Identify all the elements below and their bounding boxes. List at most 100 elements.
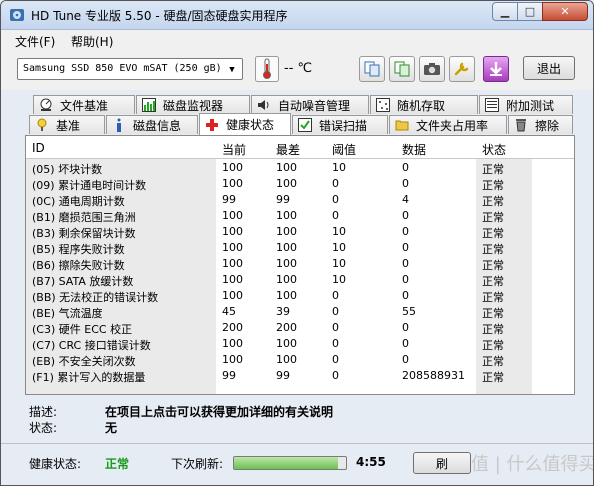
- cell-status: 正常: [482, 323, 504, 336]
- folder-icon: [394, 117, 410, 133]
- cell-status: 正常: [482, 211, 504, 224]
- cell-worst: 100: [276, 289, 297, 302]
- save-button[interactable]: [483, 56, 509, 82]
- cell-current: 100: [222, 289, 243, 302]
- table-row[interactable]: (C7) CRC 接口错误计数 100 100 0 0 正常: [26, 336, 574, 352]
- table-row[interactable]: (0C) 通电周期计数 99 99 0 4 正常: [26, 192, 574, 208]
- cell-threshold: 0: [332, 193, 339, 206]
- table-row[interactable]: (F1) 累计写入的数据量 99 99 0 208588931 正常: [26, 368, 574, 384]
- tab-label: 磁盘信息: [133, 118, 182, 133]
- cell-data: 55: [402, 305, 416, 318]
- table-row[interactable]: (B5) 程序失败计数 100 100 10 0 正常: [26, 240, 574, 256]
- drive-select[interactable]: Samsung SSD 850 EVO mSAT (250 gB) ▼: [17, 58, 243, 80]
- refresh-countdown: 4:55: [356, 455, 386, 469]
- title-bar[interactable]: HD Tune 专业版 5.50 - 硬盘/固态硬盘实用程序 ▁ □ ✕: [1, 1, 593, 30]
- table-row[interactable]: (B3) 剩余保留块计数 100 100 10 0 正常: [26, 224, 574, 240]
- cell-worst: 100: [276, 209, 297, 222]
- cell-threshold: 10: [332, 241, 346, 254]
- refresh-button[interactable]: 刷: [413, 452, 471, 474]
- col-header-status[interactable]: 状态: [482, 141, 506, 158]
- wrench-icon: [454, 62, 469, 76]
- table-row[interactable]: (C3) 硬件 ECC 校正 200 200 0 0 正常: [26, 320, 574, 336]
- tab-disk-info[interactable]: 磁盘信息: [106, 115, 198, 134]
- cell-data: 208588931: [402, 369, 465, 382]
- tab-file-benchmark[interactable]: 文件基准: [33, 95, 135, 114]
- options-button[interactable]: [449, 56, 475, 82]
- tab-random-access[interactable]: 随机存取: [370, 95, 478, 114]
- cell-current: 100: [222, 209, 243, 222]
- cell-threshold: 0: [332, 337, 339, 350]
- table-row[interactable]: (B1) 磨损范围三角洲 100 100 0 0 正常: [26, 208, 574, 224]
- table-row[interactable]: (BE) 气流温度 45 39 0 55 正常: [26, 304, 574, 320]
- cell-worst: 100: [276, 177, 297, 190]
- maximize-icon: □: [524, 5, 536, 18]
- disk-monitor-icon: [141, 97, 157, 113]
- cell-data: 0: [402, 225, 409, 238]
- cell-current: 45: [222, 305, 236, 318]
- col-header-threshold[interactable]: 阈值: [332, 141, 356, 158]
- maximize-button[interactable]: □: [517, 2, 543, 21]
- cell-data: 0: [402, 257, 409, 270]
- smart-table[interactable]: ID 当前 最差 阈值 数据 状态 (05) 坏块计数 100 100 10 0 正常 (0…: [25, 135, 575, 395]
- health-status-label: 健康状态:: [29, 457, 82, 471]
- cell-current: 100: [222, 337, 243, 350]
- extra-tests-icon: [484, 97, 500, 113]
- drive-select-value: Samsung SSD 850 EVO mSAT (250 gB): [23, 63, 222, 74]
- table-row[interactable]: (09) 累计通电时间计数 100 100 0 0 正常: [26, 176, 574, 192]
- tab-label: 磁盘监视器: [163, 98, 224, 113]
- cell-worst: 100: [276, 273, 297, 286]
- cell-status: 正常: [482, 291, 504, 304]
- tab-label: 文件夹占用率: [416, 118, 489, 133]
- cell-data: 0: [402, 353, 409, 366]
- cell-worst: 200: [276, 321, 297, 334]
- col-header-worst[interactable]: 最差: [276, 141, 300, 158]
- refresh-progress-fill: [234, 457, 339, 469]
- col-header-id[interactable]: ID: [32, 141, 45, 155]
- tab-label: 基准: [56, 118, 81, 133]
- cell-data: 0: [402, 209, 409, 222]
- tab-benchmark[interactable]: 基准: [29, 115, 105, 134]
- cell-threshold: 0: [332, 289, 339, 302]
- tab-extra-tests[interactable]: 附加测试: [479, 95, 573, 114]
- copy-all-button[interactable]: [389, 56, 415, 82]
- col-header-data[interactable]: 数据: [402, 141, 426, 158]
- cell-current: 100: [222, 353, 243, 366]
- tab-erase[interactable]: 擦除: [508, 115, 573, 134]
- tab-folder-usage[interactable]: 文件夹占用率: [389, 115, 507, 134]
- cell-id: (09) 累计通电时间计数: [32, 179, 147, 192]
- cell-worst: 100: [276, 337, 297, 350]
- close-button[interactable]: ✕: [542, 2, 588, 21]
- menu-file[interactable]: 文件(F): [15, 33, 55, 50]
- cell-data: 0: [402, 321, 409, 334]
- tab-disk-monitor[interactable]: 磁盘监视器: [136, 95, 250, 114]
- cell-threshold: 0: [332, 177, 339, 190]
- table-row[interactable]: (BB) 无法校正的错误计数 100 100 0 0 正常: [26, 288, 574, 304]
- cell-threshold: 10: [332, 161, 346, 174]
- next-refresh-label: 下次刷新:: [171, 457, 224, 471]
- table-row[interactable]: (B6) 擦除失败计数 100 100 10 0 正常: [26, 256, 574, 272]
- cell-worst: 100: [276, 353, 297, 366]
- table-row[interactable]: (05) 坏块计数 100 100 10 0 正常: [26, 160, 574, 176]
- cell-id: (C7) CRC 接口错误计数: [32, 339, 151, 352]
- exit-button[interactable]: 退出: [523, 56, 575, 80]
- status-bar: 健康状态: 正常 下次刷新: 4:55 刷 值 | 什么值得买: [1, 443, 593, 484]
- cell-status: 正常: [482, 195, 504, 208]
- table-row[interactable]: (B7) SATA 放缓计数 100 100 10 0 正常: [26, 272, 574, 288]
- cell-status: 正常: [482, 371, 504, 384]
- tab-error-scan[interactable]: 错误扫描: [292, 115, 388, 134]
- tab-label: 自动噪音管理: [278, 98, 351, 113]
- cell-threshold: 0: [332, 209, 339, 222]
- table-row[interactable]: (EB) 不安全关闭次数 100 100 0 0 正常: [26, 352, 574, 368]
- col-header-current[interactable]: 当前: [222, 141, 246, 158]
- tab-aam[interactable]: 自动噪音管理: [251, 95, 369, 114]
- cell-current: 100: [222, 273, 243, 286]
- cell-id: (B6) 擦除失败计数: [32, 259, 125, 272]
- copy-info-button[interactable]: [359, 56, 385, 82]
- screenshot-button[interactable]: [419, 56, 445, 82]
- minimize-button[interactable]: ▁: [492, 2, 518, 21]
- description-label: 描述:: [29, 405, 58, 419]
- erase-icon: [513, 117, 529, 133]
- menu-help[interactable]: 帮助(H): [71, 33, 113, 50]
- speaker-icon: [256, 97, 272, 113]
- tab-health[interactable]: 健康状态: [199, 113, 291, 135]
